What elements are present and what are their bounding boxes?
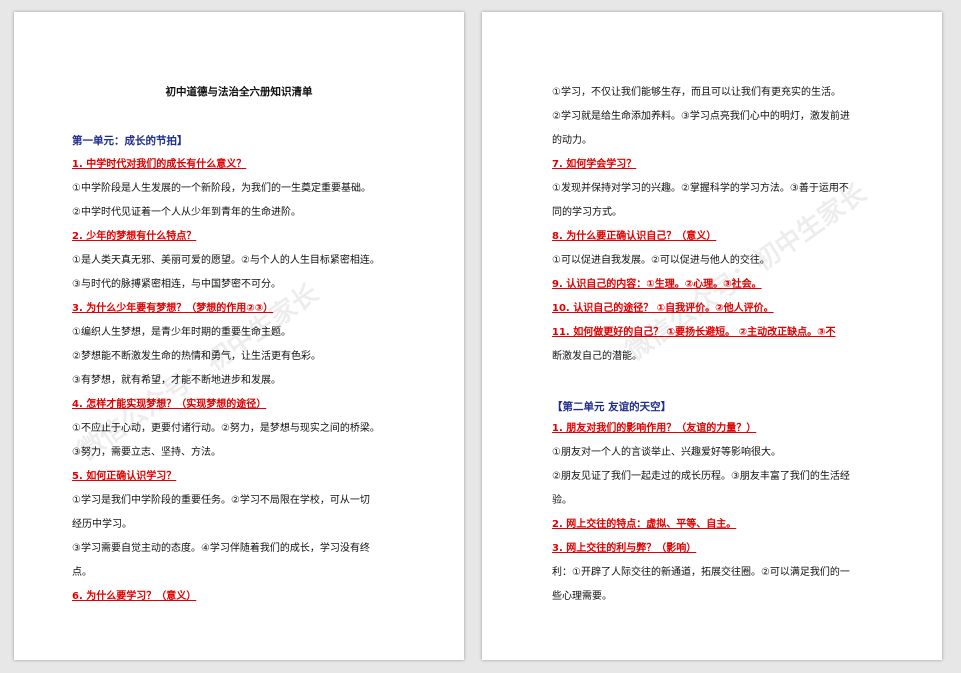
text-line: ②梦想能不断激发生命的热情和勇气，让生活更有色彩。 [72,351,321,362]
question-heading: 3. 为什么少年要有梦想？（梦想的作用②③） [72,303,274,314]
text-line: 断激发自己的潜能。 [552,351,642,362]
text-line: ①学习，不仅让我们能够生存，而且可以让我们有更充实的生活。 [552,87,841,98]
text-line: 的动力。 [552,135,592,146]
text-line: 经历中学习。 [72,519,132,530]
text-line: 同的学习方式。 [552,207,622,218]
text-line: ③有梦想，就有希望，才能不断地进步和发展。 [72,375,281,386]
text-line: 点。 [72,567,92,578]
question-heading: 2. 少年的梦想有什么特点？ [72,231,197,242]
unit-heading: 【第二单元 友谊的天空】 [552,401,672,413]
question-heading: 1. 朋友对我们的影响作用？（友谊的力量？） [552,423,757,434]
question-heading: 8. 为什么要正确认识自己？（意义） [552,231,717,242]
text-line: ②朋友见证了我们一起走过的成长历程。③朋友丰富了我们的生活经 [552,471,850,482]
left-page: 初中道德与法治全六册知识清单 第一单元：成长的节拍】 1. 中学时代对我们的成长有… [14,12,464,660]
question-heading: 5. 如何正确认识学习？ [72,471,177,482]
text-line: ②学习就是给生命添加养料。③学习点亮我们心中的明灯，激发前进 [552,111,850,122]
question-heading: 2. 网上交往的特点：虚拟、平等、自主。 [552,519,737,530]
text-line: ①发现并保持对学习的兴趣。②掌握科学的学习方法。③善于运用不 [552,183,849,194]
question-heading: 6. 为什么要学习？（意义） [72,591,197,602]
text-line: ③学习需要自觉主动的态度。④学习伴随着我们的成长，学习没有终 [72,543,370,554]
question-heading: 1. 中学时代对我们的成长有什么意义？ [72,159,247,170]
text-line: ③努力，需要立志、坚持、方法。 [72,447,221,458]
text-line: ①不应止于心动，更要付诸行动。②努力，是梦想与现实之间的桥梁。 [72,423,380,434]
right-page: ①学习，不仅让我们能够生存，而且可以让我们有更充实的生活。 ②学习就是给生命添加养… [482,12,942,660]
text-line: ①编织人生梦想，是青少年时期的重要生命主题。 [72,327,291,338]
text-line: ①学习是我们中学阶段的重要任务。②学习不局限在学校，可从一切 [72,495,370,506]
question-heading: 9. 认识自己的内容：①生理。②心理。③社会。 [552,279,762,290]
text-line: ①是人类天真无邪、美丽可爱的愿望。②与个人的人生目标紧密相连。 [72,255,380,266]
text-line: ①中学阶段是人生发展的一个新阶段，为我们的一生奠定重要基础。 [72,183,371,194]
question-heading: 4. 怎样才能实现梦想？（实现梦想的途径） [72,399,267,410]
text-line: 验。 [552,495,572,506]
question-heading: 11. 如何做更好的自己？ ①要扬长避短。 ②主动改正缺点。③不 [552,327,836,338]
text-line: ①朋友对一个人的言谈举止、兴趣爱好等影响很大。 [552,447,781,458]
text-line: 利：①开辟了人际交往的新通道，拓展交往圈。②可以满足我们的一 [552,567,850,578]
text-line: ③与时代的脉搏紧密相连，与中国梦密不可分。 [72,279,281,290]
text-line: ①可以促进自我发展。②可以促进与他人的交往。 [552,255,770,266]
document-title: 初中道德与法治全六册知识清单 [165,86,313,98]
unit-heading: 第一单元：成长的节拍】 [72,135,188,147]
question-heading: 10. 认识自己的途径？ ①自我评价。②他人评价。 [552,303,774,314]
text-line: 些心理需要。 [552,591,612,602]
question-heading: 7. 如何学会学习？ [552,159,637,170]
question-heading: 3. 网上交往的利与弊？（影响） [552,543,697,554]
text-line: ②中学时代见证着一个人从少年到青年的生命进阶。 [72,207,301,218]
